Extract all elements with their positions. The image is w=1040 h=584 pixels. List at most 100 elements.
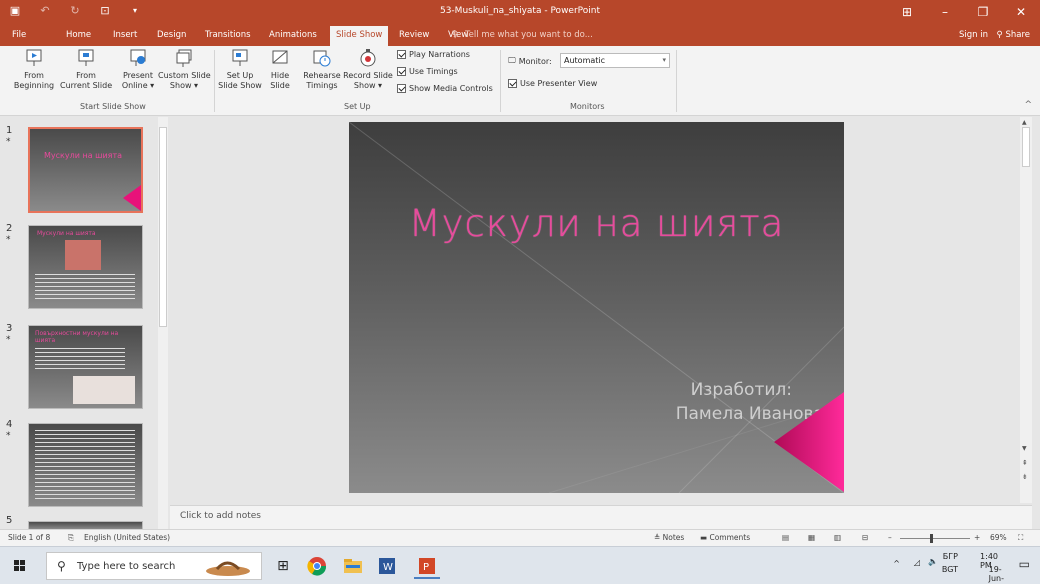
group-label-start-slide-show: Start Slide Show xyxy=(80,102,146,111)
share-button[interactable]: ⚲ Share xyxy=(997,24,1030,46)
clock-date[interactable]: 19-Jun-23 xyxy=(989,565,1004,584)
restore-button[interactable]: ❐ xyxy=(964,0,1002,24)
notes-pane[interactable]: Click to add notes xyxy=(170,505,1032,529)
tab-transitions[interactable]: Transitions xyxy=(199,24,257,46)
input-language-1[interactable]: БГР xyxy=(943,552,958,561)
previous-slide-icon[interactable]: ⇞ xyxy=(1022,459,1028,467)
record-slide-show-button[interactable]: Record Slide Show ▾ xyxy=(342,48,394,91)
set-up-slide-show-button[interactable]: Set Up Slide Show xyxy=(218,48,262,91)
input-language-2[interactable]: BGT xyxy=(942,565,958,574)
group-label-monitors: Monitors xyxy=(570,102,605,111)
thumbnail-scrollbar[interactable] xyxy=(158,117,168,529)
record-slide-show-icon xyxy=(360,49,376,67)
monitor-select-value: Automatic xyxy=(564,56,606,65)
network-icon[interactable]: ◿ xyxy=(914,558,920,567)
normal-view-icon[interactable]: ▤ xyxy=(782,533,789,542)
notification-icon[interactable]: ▭ xyxy=(1019,557,1030,571)
scrollbar-thumb[interactable] xyxy=(1022,127,1030,167)
zoom-level[interactable]: 69% xyxy=(990,533,1007,542)
ribbon-tabs: File Home Insert Design Transitions Anim… xyxy=(0,24,1040,46)
scroll-down-icon[interactable]: ▼ xyxy=(1022,445,1027,452)
rehearse-timings-button[interactable]: Rehearse Timings xyxy=(302,48,342,91)
use-timings-checkbox[interactable]: Use Timings xyxy=(397,67,458,76)
next-slide-icon[interactable]: ⇟ xyxy=(1022,473,1028,481)
zoom-out-icon[interactable]: – xyxy=(888,533,892,542)
collapse-ribbon-icon[interactable]: ^ xyxy=(1024,100,1032,110)
slide-sorter-icon[interactable]: ▦ xyxy=(808,533,815,542)
task-view-icon[interactable]: ⊞ xyxy=(270,553,296,579)
fit-to-window-icon[interactable]: ⛶ xyxy=(1018,533,1023,543)
thumbnail-title: Мускули на шията xyxy=(44,151,123,160)
from-beginning-label-1: From xyxy=(24,71,44,80)
record-label-2: Show ▾ xyxy=(353,81,383,90)
from-current-label-1: From xyxy=(76,71,96,80)
zoom-in-icon[interactable]: + xyxy=(974,533,980,542)
tab-review[interactable]: Review xyxy=(393,24,435,46)
slide-thumbnail-3[interactable]: Повърхностни мускули на шията xyxy=(28,325,143,409)
monitor-label-text: Monitor: xyxy=(518,56,552,66)
slide-show-view-icon[interactable]: ⊟ xyxy=(862,533,868,542)
slide-thumbnail-1[interactable]: Мускули на шията xyxy=(28,127,143,213)
slide-thumbnail-2[interactable]: Мускули на шията xyxy=(28,225,143,309)
play-narrations-checkbox[interactable]: Play Narrations xyxy=(397,50,470,59)
zoom-slider-thumb[interactable] xyxy=(930,534,933,543)
canvas-scrollbar[interactable]: ▲ ▼ ⇞ ⇟ xyxy=(1020,117,1032,503)
present-online-button[interactable]: Present Online ▾ xyxy=(118,48,158,91)
monitor-select[interactable]: Automatic ▾ xyxy=(560,53,670,68)
tab-file[interactable]: File xyxy=(6,24,32,46)
svg-text:P: P xyxy=(423,562,429,573)
tell-me-box[interactable]: ♀ Tell me what you want to do... xyxy=(452,24,593,46)
thumbnail-text-lines xyxy=(35,430,135,500)
tab-animations[interactable]: Animations xyxy=(263,24,323,46)
status-bar: Slide 1 of 8 ⎘ English (United States) ≜… xyxy=(0,529,1040,546)
slide-title[interactable]: Мускули на шията xyxy=(349,202,844,245)
start-button[interactable] xyxy=(0,547,40,584)
from-beginning-button[interactable]: From Beginning xyxy=(12,48,56,91)
tab-design[interactable]: Design xyxy=(151,24,192,46)
zoom-slider[interactable] xyxy=(900,534,970,543)
thumbnail-text-lines xyxy=(35,348,125,372)
hide-slide-button[interactable]: Hide Slide xyxy=(266,48,294,91)
taskbar-search[interactable]: ⚲ Type here to search xyxy=(46,552,262,580)
slide-thumbnail-4[interactable] xyxy=(28,423,143,507)
reading-view-icon[interactable]: ▥ xyxy=(834,533,841,542)
lightbulb-icon: ♀ xyxy=(452,30,461,40)
current-slide[interactable]: Мускули на шията Изработил: Памела Ивано… xyxy=(349,122,844,493)
checkbox-checked-icon xyxy=(397,67,406,76)
ribbon-display-options-icon[interactable]: ⊞ xyxy=(888,0,926,24)
minimize-button[interactable]: – xyxy=(926,0,964,24)
pink-corner-shape xyxy=(774,392,844,492)
chrome-icon[interactable] xyxy=(304,553,330,579)
show-hidden-icons-icon[interactable]: ^ xyxy=(893,559,900,568)
scrollbar-thumb[interactable] xyxy=(159,127,167,327)
present-online-label-1: Present xyxy=(122,71,153,80)
from-current-label-2: Current Slide xyxy=(60,81,113,90)
file-explorer-icon[interactable] xyxy=(340,553,366,579)
tab-slide-show[interactable]: Slide Show xyxy=(330,26,389,46)
comments-toggle[interactable]: ▬ Comments xyxy=(700,533,750,542)
tab-home[interactable]: Home xyxy=(60,24,97,46)
from-current-slide-button[interactable]: From Current Slide xyxy=(60,48,112,91)
volume-icon[interactable]: 🔈 xyxy=(928,557,938,566)
ribbon: From Beginning From Current Slide Presen… xyxy=(0,46,1040,116)
tab-insert[interactable]: Insert xyxy=(107,24,143,46)
thumbnail-number: 5 xyxy=(6,515,13,526)
close-button[interactable]: ✕ xyxy=(1002,0,1040,24)
group-separator xyxy=(214,50,215,112)
thumbnail-animation-icon: * xyxy=(6,431,11,441)
notes-toggle[interactable]: ≜ Notes xyxy=(654,533,684,542)
use-presenter-view-checkbox[interactable]: Use Presenter View xyxy=(508,79,597,88)
word-icon[interactable]: W xyxy=(374,553,400,579)
slide-thumbnail-5[interactable] xyxy=(28,521,143,529)
scroll-up-icon[interactable]: ▲ xyxy=(1022,119,1027,126)
present-online-label-2: Online ▾ xyxy=(121,81,155,90)
sign-in-link[interactable]: Sign in xyxy=(959,24,988,46)
language-status[interactable]: English (United States) xyxy=(84,533,170,542)
show-media-controls-checkbox[interactable]: Show Media Controls xyxy=(397,84,493,93)
powerpoint-icon[interactable]: P xyxy=(414,553,440,579)
spelling-icon[interactable]: ⎘ xyxy=(68,533,74,543)
monitor-label: 🖵 Monitor: xyxy=(508,56,552,66)
custom-slide-show-button[interactable]: Custom Slide Show ▾ xyxy=(158,48,211,91)
from-current-icon xyxy=(78,49,94,66)
search-icon: ⚲ xyxy=(57,559,66,573)
